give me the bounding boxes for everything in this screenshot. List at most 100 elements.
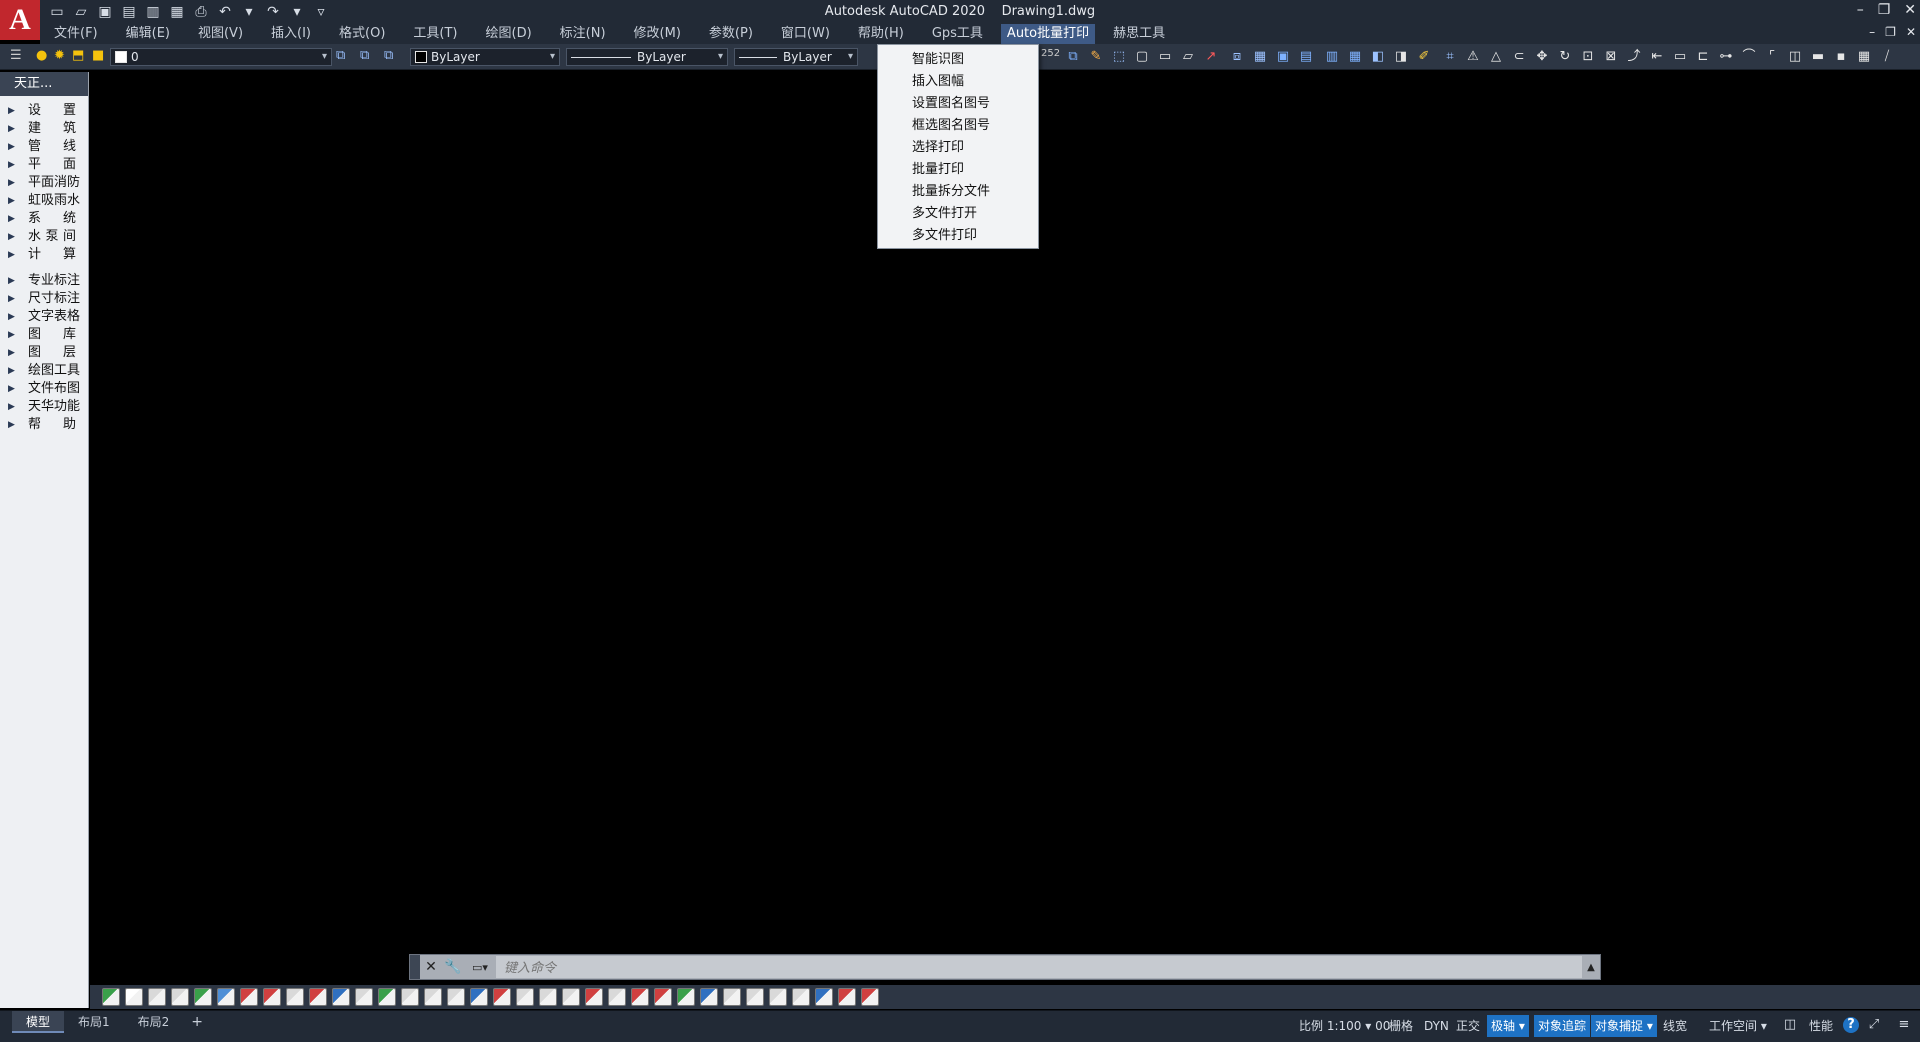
modify-tool-icon[interactable]: ◫ — [1786, 48, 1804, 66]
tangent-tool-icon[interactable] — [217, 988, 235, 1006]
close-command-icon[interactable]: ✕ — [420, 959, 442, 975]
tangent-tool-icon[interactable] — [424, 988, 442, 1006]
menu-item[interactable]: 赫思工具 — [1099, 24, 1179, 44]
modify-tool-icon[interactable]: ▱ — [1179, 48, 1197, 66]
modify-tool-icon[interactable]: ▭ — [1156, 48, 1174, 66]
tangent-tool-icon[interactable] — [102, 988, 120, 1006]
tangent-tool-icon[interactable] — [401, 988, 419, 1006]
polar-toggle[interactable]: 极轴 ▾ — [1487, 1015, 1529, 1037]
tangent-tool-icon[interactable] — [792, 988, 810, 1006]
modify-tool-icon[interactable]: ⧸ — [1878, 48, 1896, 66]
tangent-tool-icon[interactable] — [447, 988, 465, 1006]
doc-minimize-icon[interactable]: – — [1869, 25, 1875, 39]
add-layout-icon[interactable]: + — [183, 1011, 211, 1033]
tangent-tool-icon[interactable] — [769, 988, 787, 1006]
recent-commands-icon[interactable]: ▭▾ — [464, 961, 496, 974]
tangent-tool-icon[interactable] — [677, 988, 695, 1006]
minimize-icon[interactable]: – — [1857, 2, 1864, 18]
palette-item[interactable]: ▶ 设 置 — [0, 102, 88, 120]
tangent-tool-icon[interactable] — [493, 988, 511, 1006]
isolate-objects-icon[interactable]: ◫ — [1782, 1017, 1798, 1033]
command-history-icon[interactable]: ▲ — [1582, 962, 1600, 973]
tangent-tool-icon[interactable] — [516, 988, 534, 1006]
modify-tool-icon[interactable]: ⊡ — [1579, 48, 1597, 66]
modify-tool-icon[interactable]: ⇤ — [1648, 48, 1666, 66]
palette-item[interactable]: ▶ 帮 助 — [0, 416, 88, 434]
tangent-tool-icon[interactable] — [332, 988, 350, 1006]
dropdown-menu-item[interactable]: 智能识图 — [878, 49, 1038, 71]
menu-item[interactable]: 绘图(D) — [472, 24, 546, 44]
modify-tool-icon[interactable]: ✎ — [1087, 48, 1105, 66]
modify-tool-icon[interactable]: ▦ — [1251, 48, 1269, 66]
tangent-tool-icon[interactable] — [309, 988, 327, 1006]
customize-status-icon[interactable]: ≡ — [1896, 1017, 1912, 1033]
dropdown-menu-item[interactable]: 批量打印 — [878, 159, 1038, 181]
modify-tool-icon[interactable]: ⌜ — [1763, 48, 1781, 66]
lineweight-dropdown[interactable]: ByLayer ▾ — [734, 48, 858, 66]
modify-tool-icon[interactable]: ▥ — [1323, 48, 1341, 66]
modify-tool-icon[interactable]: ✐ — [1415, 48, 1433, 66]
modify-tool-icon[interactable]: ⌒ — [1740, 48, 1758, 66]
doc-close-icon[interactable]: ✕ — [1906, 25, 1916, 39]
modify-tool-icon[interactable]: ⊠ — [1602, 48, 1620, 66]
tangent-tool-icon[interactable] — [171, 988, 189, 1006]
modify-tool-icon[interactable]: ▦ — [1855, 48, 1873, 66]
layer-dropdown[interactable]: 0 ▾ — [110, 48, 332, 66]
menu-item[interactable]: 标注(N) — [546, 24, 620, 44]
modify-tool-icon[interactable]: ⧈ — [1228, 48, 1246, 66]
tangent-tool-icon[interactable] — [148, 988, 166, 1006]
linetype-dropdown[interactable]: ByLayer ▾ — [566, 48, 728, 66]
modify-tool-icon[interactable]: ▣ — [1274, 48, 1292, 66]
tangent-tool-icon[interactable] — [654, 988, 672, 1006]
modify-tool-icon[interactable]: ▤ — [1297, 48, 1315, 66]
tangent-tool-icon[interactable] — [562, 988, 580, 1006]
tangent-tool-icon[interactable] — [861, 988, 879, 1006]
palette-item[interactable]: ▶ 平 面 — [0, 156, 88, 174]
palette-item[interactable]: ▶ 天华功能 — [0, 398, 88, 416]
tangent-tool-icon[interactable] — [194, 988, 212, 1006]
layer-color-icon[interactable]: ■ — [92, 48, 110, 66]
modify-tool-icon[interactable]: ▢ — [1133, 48, 1151, 66]
object-snap-toggle[interactable]: 对象捕捉 ▾ — [1591, 1015, 1657, 1037]
modify-tool-icon[interactable]: ⧉ — [1064, 48, 1082, 66]
tangent-tool-icon[interactable] — [700, 988, 718, 1006]
modify-tool-icon[interactable]: ▭ — [1671, 48, 1689, 66]
doc-restore-icon[interactable]: ❐ — [1885, 25, 1896, 39]
dropdown-menu-item[interactable]: 设置图名图号 — [878, 93, 1038, 115]
menu-item[interactable]: 视图(V) — [184, 24, 257, 44]
menu-item[interactable]: 修改(M) — [620, 24, 695, 44]
menu-item[interactable]: 文件(F) — [40, 24, 112, 44]
menu-item[interactable]: 插入(I) — [257, 24, 325, 44]
menu-item[interactable]: 工具(T) — [399, 24, 471, 44]
modify-tool-icon[interactable]: ↻ — [1556, 48, 1574, 66]
layer-thaw-icon[interactable]: ✹ — [54, 48, 72, 66]
restore-icon[interactable]: ❐ — [1878, 2, 1891, 18]
annotation-scale[interactable]: 比例 1:100 ▾ 00 — [1295, 1015, 1394, 1037]
menu-item[interactable]: 参数(P) — [695, 24, 767, 44]
tangent-tool-icon[interactable] — [125, 988, 143, 1006]
menu-item[interactable]: Gps工具 — [918, 24, 997, 44]
performance-toggle[interactable]: 性能 — [1805, 1015, 1837, 1037]
modify-tool-icon[interactable]: ⌗ — [1441, 48, 1459, 66]
tangent-tool-icon[interactable] — [378, 988, 396, 1006]
tangent-tool-icon[interactable] — [240, 988, 258, 1006]
tangent-tool-icon[interactable] — [263, 988, 281, 1006]
layout-tab[interactable]: 布局2 — [124, 1011, 184, 1033]
dropdown-menu-item[interactable]: 插入图幅 — [878, 71, 1038, 93]
modify-tool-icon[interactable]: ▬ — [1809, 48, 1827, 66]
help-icon[interactable]: ? — [1843, 1017, 1859, 1033]
palette-item[interactable]: ▶ 图 库 — [0, 326, 88, 344]
layer-on-icon[interactable]: ● — [36, 48, 54, 66]
menu-item[interactable]: 窗口(W) — [767, 24, 844, 44]
menu-item[interactable]: 编辑(E) — [112, 24, 184, 44]
dropdown-menu-item[interactable]: 框选图名图号 — [878, 115, 1038, 137]
layout-tab[interactable]: 布局1 — [64, 1011, 124, 1033]
modify-tool-icon[interactable]: ⊏ — [1694, 48, 1712, 66]
palette-item[interactable]: ▶ 文字表格 — [0, 308, 88, 326]
modify-tool-icon[interactable]: ↗ — [1202, 48, 1220, 66]
palette-item[interactable]: ▶ 尺寸标注 — [0, 290, 88, 308]
tangent-tool-icon[interactable] — [723, 988, 741, 1006]
tangent-tool-icon[interactable] — [539, 988, 557, 1006]
palette-item[interactable]: ▶ 建 筑 — [0, 120, 88, 138]
tangent-tool-icon[interactable] — [585, 988, 603, 1006]
